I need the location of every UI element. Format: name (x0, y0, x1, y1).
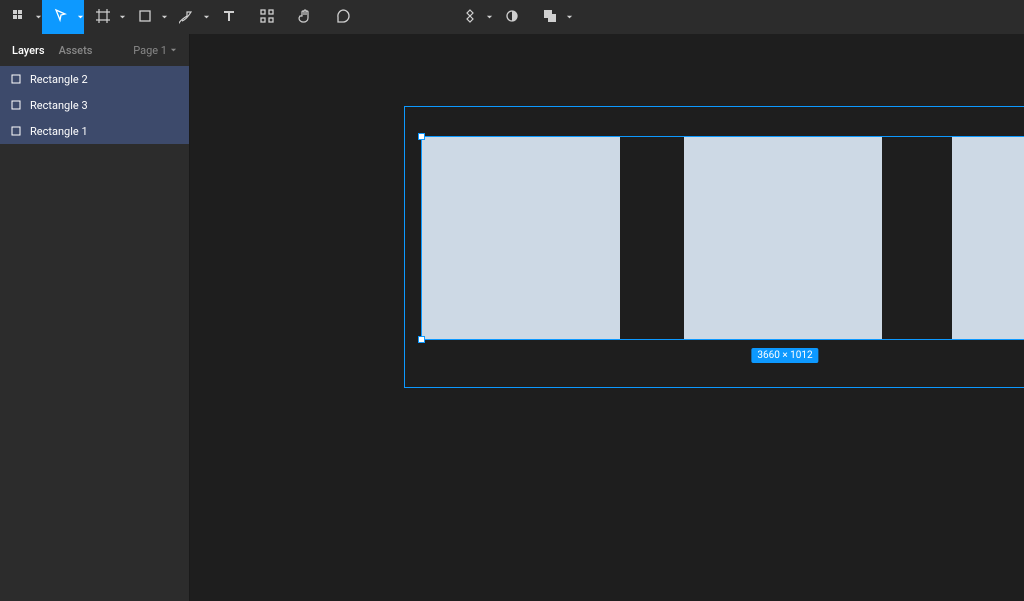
layer-name: Rectangle 2 (30, 73, 88, 86)
layer-name: Rectangle 3 (30, 99, 88, 112)
panel-tabs: Layers Assets Page 1 (0, 34, 189, 66)
rectangle-layer-icon (10, 73, 22, 85)
canvas-rectangle[interactable] (422, 137, 620, 339)
layer-row[interactable]: Rectangle 2 (0, 66, 189, 92)
rectangle-icon (137, 8, 153, 27)
hand-tool-button[interactable] (286, 0, 324, 34)
pen-tool-button[interactable] (168, 0, 206, 34)
toolbar-center-group (451, 0, 573, 34)
left-panel: Layers Assets Page 1 Rectangle 2 Rect (0, 34, 190, 601)
canvas-rectangle[interactable] (684, 137, 882, 339)
component-icon (462, 8, 478, 27)
pen-icon (179, 8, 195, 27)
chevron-down-icon[interactable] (565, 0, 573, 34)
move-tool-button[interactable] (42, 0, 80, 34)
rectangle-layer-icon (10, 125, 22, 137)
tab-assets[interactable]: Assets (59, 44, 93, 57)
move-icon (53, 8, 69, 27)
main-menu-button[interactable] (0, 0, 38, 34)
mask-tool-button[interactable] (493, 0, 531, 34)
chevron-down-icon (170, 44, 177, 57)
main-area: Layers Assets Page 1 Rectangle 2 Rect (0, 34, 1024, 601)
chevron-down-icon[interactable] (160, 0, 168, 34)
tab-layers[interactable]: Layers (12, 44, 45, 57)
frame-icon (95, 8, 111, 27)
shape-tool-button[interactable] (126, 0, 164, 34)
canvas-rectangle[interactable] (952, 137, 1024, 339)
text-icon (221, 8, 237, 27)
hand-icon (297, 8, 313, 27)
resize-handle-top-left[interactable] (418, 133, 425, 140)
text-tool-button[interactable] (210, 0, 248, 34)
comment-icon (335, 8, 351, 27)
selection-dimensions-label: 3660 × 1012 (751, 348, 818, 363)
chevron-down-icon[interactable] (485, 0, 493, 34)
chevron-down-icon[interactable] (202, 0, 210, 34)
layer-name: Rectangle 1 (30, 125, 88, 138)
mask-icon (504, 8, 520, 27)
selection-bounding-box[interactable]: 3660 × 1012 (421, 136, 1024, 340)
figma-menu-icon (11, 8, 27, 27)
layer-row[interactable]: Rectangle 1 (0, 118, 189, 144)
boolean-tool-button[interactable] (531, 0, 569, 34)
page-selector[interactable]: Page 1 (133, 44, 177, 57)
component-tool-button[interactable] (451, 0, 489, 34)
resources-icon (259, 8, 275, 27)
top-toolbar (0, 0, 1024, 34)
canvas[interactable]: 3660 × 1012 (190, 34, 1024, 601)
rectangle-layer-icon (10, 99, 22, 111)
resources-tool-button[interactable] (248, 0, 286, 34)
resize-handle-bottom-left[interactable] (418, 336, 425, 343)
comment-tool-button[interactable] (324, 0, 362, 34)
frame-tool-button[interactable] (84, 0, 122, 34)
chevron-down-icon[interactable] (34, 0, 42, 34)
toolbar-left-group (0, 0, 362, 34)
chevron-down-icon[interactable] (76, 0, 84, 34)
layers-list: Rectangle 2 Rectangle 3 Rectangle 1 (0, 66, 189, 601)
page-label: Page 1 (133, 44, 167, 57)
layer-row[interactable]: Rectangle 3 (0, 92, 189, 118)
chevron-down-icon[interactable] (118, 0, 126, 34)
boolean-icon (542, 8, 558, 27)
